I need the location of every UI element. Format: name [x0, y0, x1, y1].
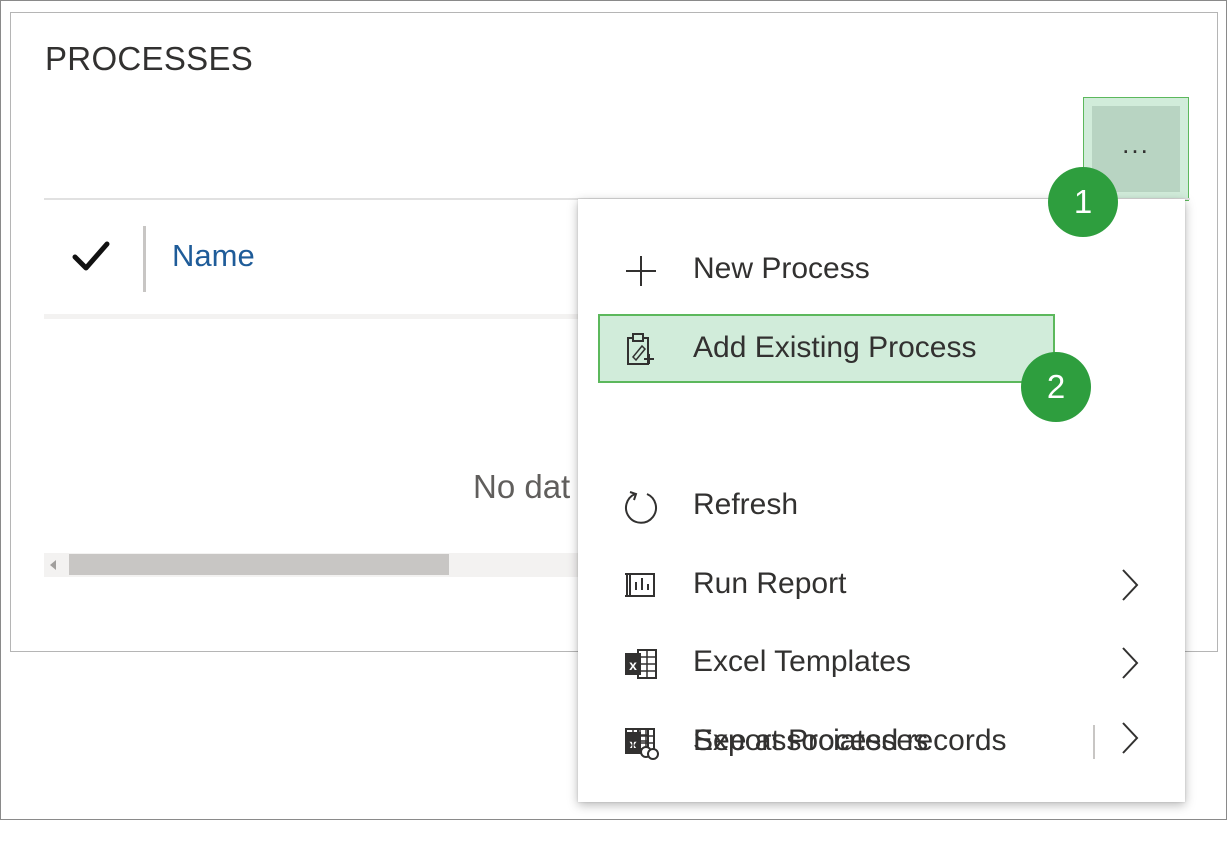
- menu-item-label: See associated records: [693, 724, 1007, 757]
- plus-icon: [626, 256, 656, 286]
- chevron-right-icon[interactable]: [1118, 566, 1142, 604]
- menu-item-see-associated-records[interactable]: [578, 782, 1185, 860]
- excel-icon: x: [625, 649, 657, 679]
- menu-item-label: Run Report: [693, 567, 847, 600]
- scroll-left-arrow-icon[interactable]: [50, 560, 56, 570]
- step-2-callout-badge: 2: [1021, 352, 1091, 422]
- column-header-name[interactable]: Name: [172, 238, 255, 274]
- menu-item-label: New Process: [693, 252, 870, 285]
- panel-title: PROCESSES: [45, 40, 254, 77]
- clipboard-add-icon: [627, 333, 654, 365]
- add-existing-process-content[interactable]: Add Existing Process: [578, 310, 1058, 388]
- grid-header-divider: [44, 314, 584, 319]
- chevron-right-icon[interactable]: [1118, 644, 1142, 682]
- menu-item-label: Add Existing Process: [693, 331, 977, 364]
- menu-item-new-process[interactable]: New Process: [578, 231, 1185, 309]
- select-all-checkmark-icon[interactable]: [72, 240, 110, 272]
- menu-item-excel-templates[interactable]: x Excel Templates: [578, 624, 1185, 702]
- menu-item-refresh[interactable]: Refresh: [578, 467, 1185, 545]
- menu-item-see-associated-records[interactable]: See associated records: [578, 703, 1185, 781]
- menu-item-label: Refresh: [693, 488, 799, 521]
- svg-text:x: x: [629, 657, 637, 673]
- scrollbar-thumb[interactable]: [69, 554, 449, 575]
- refresh-icon: [625, 491, 657, 524]
- report-icon: [625, 573, 655, 597]
- associated-records-icon: [625, 728, 659, 760]
- horizontal-scrollbar[interactable]: [44, 553, 584, 577]
- menu-item-run-report[interactable]: Run Report: [578, 546, 1185, 624]
- step-1-callout-badge: 1: [1048, 167, 1118, 237]
- column-divider: [143, 226, 146, 292]
- empty-grid-message: No dat: [473, 468, 571, 505]
- menu-item-label: Excel Templates: [693, 645, 911, 678]
